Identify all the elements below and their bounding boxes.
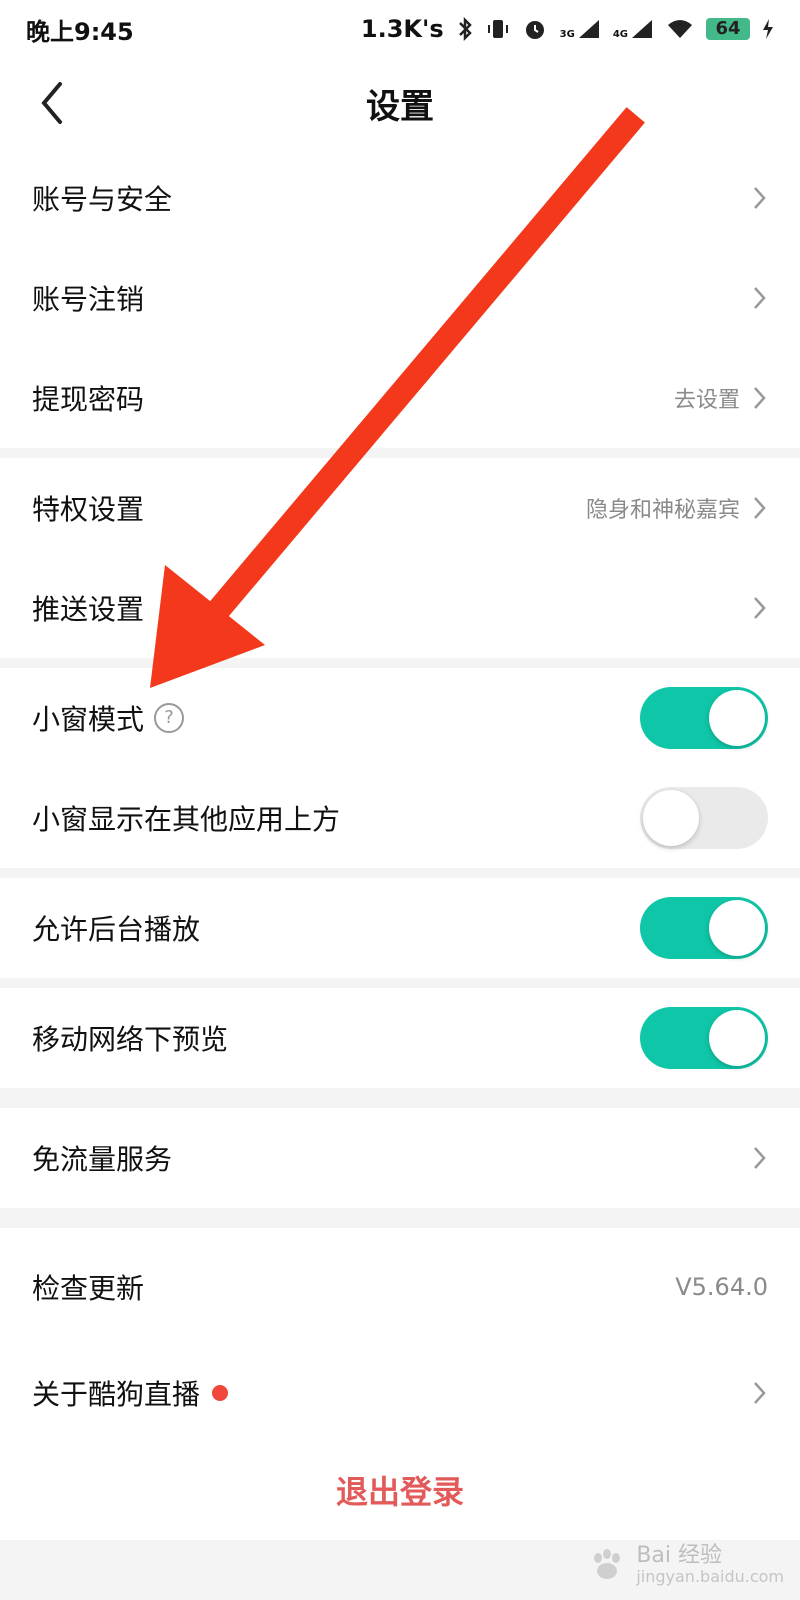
row-label: 账号注销 [32,283,145,316]
row-label: 检查更新 [32,1272,145,1305]
battery-level: 64 [706,18,750,40]
toggle-knob [709,690,765,746]
about-app-row[interactable]: 关于酷狗直播 [0,1346,800,1440]
account-section: 账号与安全 账号注销 提现密码 去设置 [0,148,800,448]
alarm-icon [525,21,544,39]
watermark-brand: Bai [636,1543,672,1569]
mobile-preview-section: 移动网络下预览 [0,988,800,1088]
baidu-watermark: Bai 经验 jingyan.baidu.com [588,1544,784,1586]
chevron-right-icon [754,387,766,409]
notification-dot [212,1385,229,1401]
chevron-right-icon [754,287,766,309]
watermark-url: jingyan.baidu.com [636,1567,784,1587]
account-security-row[interactable]: 账号与安全 [0,148,800,248]
wifi-icon [668,20,692,38]
signal-4g-icon [632,20,652,38]
help-icon[interactable]: ? [154,703,185,733]
net-4g-label: 4G [612,29,628,40]
row-label: 允许后台播放 [32,913,201,946]
row-label: 推送设置 [32,593,145,626]
version-value: V5.64.0 [675,1273,768,1301]
row-label: 关于酷狗直播 [32,1378,201,1411]
mini-window-mode-row: 小窗模式 ? [0,668,800,768]
row-label: 小窗模式 [32,703,145,736]
net-3g-label: 3G [559,29,575,40]
logout-button[interactable]: 退出登录 [0,1440,800,1540]
mini-window-section: 小窗模式 ? 小窗显示在其他应用上方 [0,668,800,868]
mobile-preview-row: 移动网络下预览 [0,988,800,1088]
signal-3g-icon [578,20,599,38]
vibrate-icon [487,20,508,38]
toggle-knob [709,900,765,956]
row-value: 隐身和神秘嘉宾 [585,498,740,523]
privilege-section: 特权设置 隐身和神秘嘉宾 推送设置 [0,458,800,658]
row-value: 去设置 [673,388,740,413]
row-label: 提现密码 [32,383,145,416]
chevron-right-icon [754,187,766,209]
mobile-preview-toggle[interactable] [640,1007,768,1069]
watermark-brand2: 经验 [678,1543,723,1569]
withdraw-password-row[interactable]: 提现密码 去设置 [0,348,800,448]
toggle-knob [709,1010,765,1066]
row-label: 账号与安全 [32,183,173,216]
overlay-toggle[interactable] [640,787,768,849]
toggle-knob [643,790,699,846]
paw-logo-icon [594,1549,621,1580]
bluetooth-icon [458,17,472,41]
free-traffic-section: 免流量服务 [0,1108,800,1208]
nav-bar: 设置 [0,58,800,148]
background-play-row: 允许后台播放 [0,878,800,978]
row-label: 免流量服务 [32,1143,173,1176]
mini-window-overlay-row: 小窗显示在其他应用上方 [0,768,800,868]
chevron-right-icon [754,1147,766,1169]
charging-icon [763,19,773,39]
chevron-right-icon [754,497,766,519]
row-label: 小窗显示在其他应用上方 [32,803,341,836]
back-arrow-icon[interactable] [34,76,70,130]
account-cancel-row[interactable]: 账号注销 [0,248,800,348]
chevron-right-icon [754,597,766,619]
status-bar: 晚上9:45 1.3K's 3G 4G 64 [0,0,800,58]
status-time: 晚上9:45 [26,17,134,46]
row-label: 特权设置 [32,493,145,526]
free-traffic-row[interactable]: 免流量服务 [0,1108,800,1208]
network-speed: 1.3K's [360,15,444,43]
row-label: 移动网络下预览 [32,1023,229,1056]
about-section: 检查更新 V5.64.0 关于酷狗直播 [0,1228,800,1440]
background-play-toggle[interactable] [640,897,768,959]
chevron-right-icon [754,1382,766,1404]
check-update-row[interactable]: 检查更新 V5.64.0 [0,1228,800,1346]
status-icons: 1.3K's 3G 4G 64 [361,15,774,43]
page-title: 设置 [366,86,434,127]
push-settings-row[interactable]: 推送设置 [0,558,800,658]
background-play-section: 允许后台播放 [0,878,800,978]
privilege-settings-row[interactable]: 特权设置 隐身和神秘嘉宾 [0,458,800,558]
mini-window-toggle[interactable] [640,687,768,749]
